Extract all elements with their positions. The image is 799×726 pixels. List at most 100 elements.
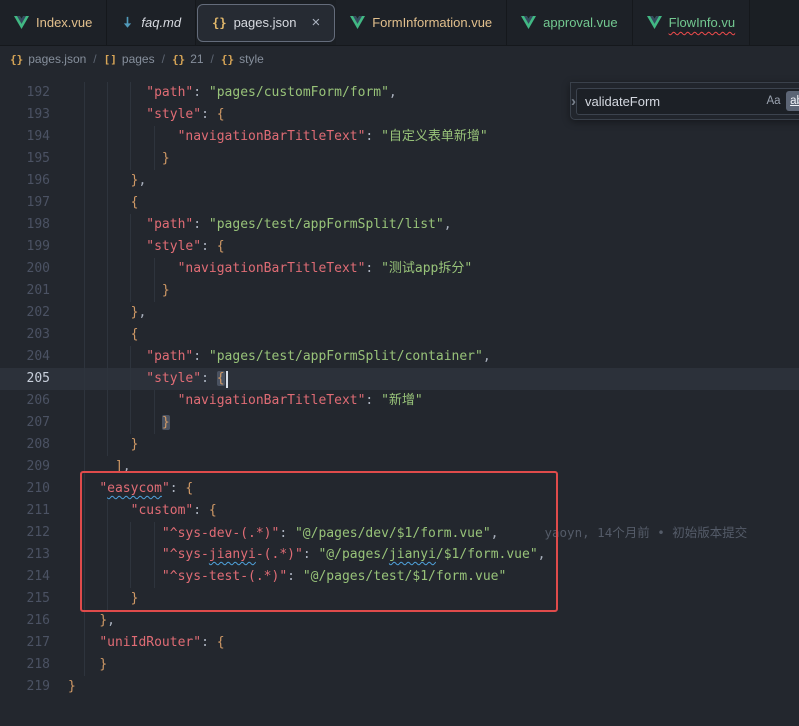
line-number[interactable]: 201 (0, 280, 50, 302)
code-text: "^sys-test-(.*)": "@/pages/test/$1/form.… (50, 566, 506, 588)
match-case-toggle[interactable]: Aa (763, 91, 784, 111)
tab-label: Index.vue (36, 15, 92, 30)
code-line[interactable]: 201 } (0, 280, 799, 302)
line-number[interactable]: 213 (0, 544, 50, 566)
code-text: } (50, 654, 107, 676)
code-line[interactable]: 207 } (0, 412, 799, 434)
code-line[interactable]: 202 }, (0, 302, 799, 324)
line-number[interactable]: 216 (0, 610, 50, 632)
code-line[interactable]: 203 { (0, 324, 799, 346)
line-number[interactable]: 208 (0, 434, 50, 456)
line-number[interactable]: 212 (0, 522, 50, 544)
line-number[interactable]: 206 (0, 390, 50, 412)
close-icon[interactable]: × (311, 15, 320, 30)
breadcrumb-item-pages[interactable]: [] pages (104, 52, 155, 66)
code-text: "easycom": { (50, 478, 193, 500)
code-line[interactable]: 214 "^sys-test-(.*)": "@/pages/test/$1/f… (0, 566, 799, 588)
code-line[interactable]: 199 "style": { (0, 236, 799, 258)
vue-icon (350, 16, 365, 29)
breadcrumb-label: pages (122, 52, 155, 66)
object-icon: {} (172, 53, 185, 66)
code-line[interactable]: 196 }, (0, 170, 799, 192)
code-text: } (50, 434, 138, 456)
line-number[interactable]: 209 (0, 456, 50, 478)
code-text: "path": "pages/customForm/form", (50, 82, 397, 104)
code-line[interactable]: 205 "style": { (0, 368, 799, 390)
code-line[interactable]: 211 "custom": { (0, 500, 799, 522)
code-line[interactable]: 213 "^sys-jianyi-(.*)": "@/pages/jianyi/… (0, 544, 799, 566)
line-number[interactable]: 205 (0, 368, 50, 390)
vue-icon (14, 16, 29, 29)
tab-faq-md[interactable]: faq.md (107, 0, 196, 45)
code-line[interactable]: 216 }, (0, 610, 799, 632)
find-input-field: Aa ab .* (576, 88, 799, 115)
line-number[interactable]: 210 (0, 478, 50, 500)
find-widget: › Aa ab .* (570, 82, 799, 120)
line-number[interactable]: 192 (0, 82, 50, 104)
code-line[interactable]: 219} (0, 676, 799, 698)
line-number[interactable]: 203 (0, 324, 50, 346)
breadcrumb-separator: / (93, 52, 96, 66)
code-line[interactable]: 194 "navigationBarTitleText": "自定义表单新增" (0, 126, 799, 148)
line-number[interactable]: 219 (0, 676, 50, 698)
code-line[interactable]: 198 "path": "pages/test/appFormSplit/lis… (0, 214, 799, 236)
line-number[interactable]: 215 (0, 588, 50, 610)
code-line[interactable]: 204 "path": "pages/test/appFormSplit/con… (0, 346, 799, 368)
line-number[interactable]: 196 (0, 170, 50, 192)
breadcrumb-label: style (239, 52, 264, 66)
code-line[interactable]: 218 } (0, 654, 799, 676)
breadcrumb-item-style[interactable]: {} style (221, 52, 264, 66)
line-number[interactable]: 214 (0, 566, 50, 588)
code-text: "navigationBarTitleText": "自定义表单新增" (50, 126, 488, 148)
line-number[interactable]: 211 (0, 500, 50, 522)
line-number[interactable]: 193 (0, 104, 50, 126)
whole-word-toggle[interactable]: ab (786, 91, 799, 111)
code-line[interactable]: 210 "easycom": { (0, 478, 799, 500)
line-number[interactable]: 194 (0, 126, 50, 148)
tab-label: approval.vue (543, 15, 617, 30)
line-number[interactable]: 204 (0, 346, 50, 368)
code-text: }, (50, 302, 146, 324)
line-number[interactable]: 199 (0, 236, 50, 258)
vscode-window: { "icons": { "close": "×", "chevron": "›… (0, 0, 799, 726)
line-number[interactable]: 200 (0, 258, 50, 280)
breadcrumb-item-21[interactable]: {} 21 (172, 52, 204, 66)
code-line[interactable]: 208 } (0, 434, 799, 456)
breadcrumb-item-pages-json[interactable]: {} pages.json (10, 52, 86, 66)
code-text: } (50, 588, 138, 610)
tab-label: faq.md (141, 15, 181, 30)
line-number[interactable]: 197 (0, 192, 50, 214)
code-text: ], (50, 456, 131, 478)
code-text: } (50, 148, 170, 170)
tab-forminformation-vue[interactable]: FormInformation.vue (336, 0, 507, 45)
tab-index-vue[interactable]: Index.vue (0, 0, 107, 45)
line-number[interactable]: 195 (0, 148, 50, 170)
line-number[interactable]: 202 (0, 302, 50, 324)
code-line[interactable]: 197 { (0, 192, 799, 214)
line-number[interactable]: 217 (0, 632, 50, 654)
code-text: "style": { (50, 104, 225, 126)
code-text: "^sys-dev-(.*)": "@/pages/dev/$1/form.vu… (50, 522, 747, 544)
tab-pages-json[interactable]: {} pages.json × (197, 4, 335, 42)
code-line[interactable]: 217 "uniIdRouter": { (0, 632, 799, 654)
code-text: }, (50, 610, 115, 632)
code-text: { (50, 324, 138, 346)
breadcrumb: {} pages.json / [] pages / {} 21 / {} st… (0, 46, 799, 72)
code-line[interactable]: 206 "navigationBarTitleText": "新增" (0, 390, 799, 412)
editor[interactable]: 192 "path": "pages/customForm/form",193 … (0, 72, 799, 726)
code-line[interactable]: 215 } (0, 588, 799, 610)
code-line[interactable]: 209 ], (0, 456, 799, 478)
breadcrumb-separator: / (211, 52, 214, 66)
markdown-icon (121, 16, 134, 29)
tab-flowinfo-vue[interactable]: FlowInfo.vu (633, 0, 750, 45)
breadcrumb-separator: / (162, 52, 165, 66)
breadcrumb-label: 21 (190, 52, 203, 66)
line-number[interactable]: 198 (0, 214, 50, 236)
code-line[interactable]: 212 "^sys-dev-(.*)": "@/pages/dev/$1/for… (0, 522, 799, 544)
line-number[interactable]: 218 (0, 654, 50, 676)
tab-approval-vue[interactable]: approval.vue (507, 0, 632, 45)
find-input[interactable] (585, 94, 761, 109)
code-line[interactable]: 200 "navigationBarTitleText": "测试app拆分" (0, 258, 799, 280)
code-line[interactable]: 195 } (0, 148, 799, 170)
line-number[interactable]: 207 (0, 412, 50, 434)
